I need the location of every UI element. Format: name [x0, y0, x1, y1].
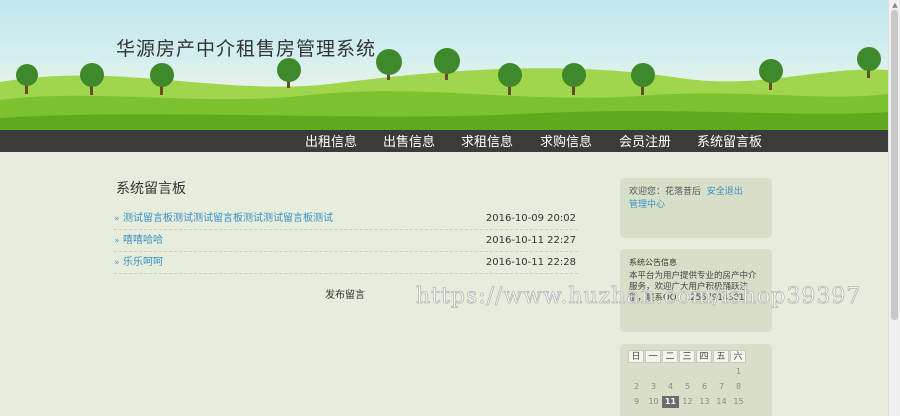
calendar-day[interactable]: 6 [696, 381, 713, 393]
calendar-weekday: 六 [730, 350, 746, 363]
list-item: » 测试留言板测试测试留言板测试测试留言板测试 2016-10-09 20:02 [114, 208, 578, 230]
vertical-scrollbar[interactable]: ▲ [888, 0, 900, 416]
calendar-weekday: 日 [628, 350, 644, 363]
welcome-line: 欢迎您：花落昔后 安全退出 [629, 186, 763, 199]
nav-item-sale[interactable]: 出售信息 [383, 130, 435, 152]
calendar-day[interactable]: 9 [628, 396, 645, 408]
calendar-day[interactable]: 8 [730, 381, 747, 393]
calendar-day[interactable]: 5 [679, 381, 696, 393]
member-center-link[interactable]: 管理中心 [629, 200, 665, 210]
calendar-day[interactable]: 3 [645, 381, 662, 393]
calendar-day[interactable]: 12 [679, 396, 696, 408]
welcome-label: 欢迎您： [629, 187, 666, 197]
nav-item-message-board[interactable]: 系统留言板 [697, 130, 762, 152]
notice-title: 系统公告信息 [629, 258, 677, 267]
site-title: 华源房产中介租售房管理系统 [116, 38, 377, 60]
calendar-day [679, 366, 696, 378]
main-nav: 出租信息 出售信息 求租信息 求购信息 会员注册 系统留言板 [0, 130, 888, 152]
page-title: 系统留言板 [116, 181, 186, 197]
list-item: » 嘻嘻哈哈 2016-10-11 22:27 [114, 230, 578, 252]
message-list: » 测试留言板测试测试留言板测试测试留言板测试 2016-10-09 20:02… [114, 208, 578, 274]
message-date: 2016-10-09 20:02 [485, 213, 576, 224]
calendar-day [628, 366, 645, 378]
calendar-weekday: 二 [662, 350, 678, 363]
calendar-weekday: 四 [696, 350, 712, 363]
calendar-day[interactable]: 2 [628, 381, 645, 393]
calendar-day [645, 366, 662, 378]
calendar-day[interactable]: 7 [713, 381, 730, 393]
username: 花落昔后 [665, 187, 702, 197]
double-arrow-icon: » [114, 214, 120, 224]
user-info-box: 欢迎您：花落昔后 安全退出 管理中心 [620, 178, 772, 238]
message-title-link[interactable]: 乐乐呵呵 [123, 252, 163, 273]
nav-item-rent[interactable]: 出租信息 [305, 130, 357, 152]
calendar-grid: 日 一 二 三 四 五 六 1 2 3 4 5 6 7 8 9 10 11 12… [628, 350, 764, 408]
double-arrow-icon: » [114, 236, 120, 246]
calendar-day[interactable]: 15 [730, 396, 747, 408]
list-item: » 乐乐呵呵 2016-10-11 22:28 [114, 252, 578, 274]
message-date: 2016-10-11 22:28 [485, 257, 576, 268]
post-message-link[interactable]: 发布留言 [325, 286, 365, 301]
message-date: 2016-10-11 22:27 [485, 235, 576, 246]
scroll-up-icon[interactable]: ▲ [890, 0, 900, 10]
message-title-link[interactable]: 测试留言板测试测试留言板测试测试留言板测试 [123, 208, 333, 229]
member-line: 管理中心 [629, 199, 763, 212]
calendar-day[interactable]: 14 [713, 396, 730, 408]
double-arrow-icon: » [114, 258, 120, 268]
watermark: https://www.huzhan.com/ishop39397 [416, 284, 862, 310]
message-title-link[interactable]: 嘻嘻哈哈 [123, 230, 163, 251]
calendar-weekday: 五 [713, 350, 729, 363]
calendar-weekday: 三 [679, 350, 695, 363]
calendar-day[interactable]: 10 [645, 396, 662, 408]
scrollbar-thumb[interactable] [891, 10, 898, 320]
nav-item-register[interactable]: 会员注册 [619, 130, 671, 152]
calendar-day[interactable]: 1 [730, 366, 747, 378]
calendar-day[interactable]: 4 [662, 381, 679, 393]
nav-item-wanted-buy[interactable]: 求购信息 [540, 130, 592, 152]
calendar-day [662, 366, 679, 378]
calendar-day-today[interactable]: 11 [662, 396, 679, 408]
landscape-illustration [0, 47, 888, 130]
calendar-day [696, 366, 713, 378]
nav-item-wanted-rent[interactable]: 求租信息 [461, 130, 513, 152]
calendar-day [713, 366, 730, 378]
header-banner: 华源房产中介租售房管理系统 [0, 0, 888, 130]
calendar-widget: 日 一 二 三 四 五 六 1 2 3 4 5 6 7 8 9 10 11 12… [620, 344, 772, 416]
logout-link[interactable]: 安全退出 [707, 187, 743, 197]
calendar-day[interactable]: 13 [696, 396, 713, 408]
calendar-weekday: 一 [645, 350, 661, 363]
